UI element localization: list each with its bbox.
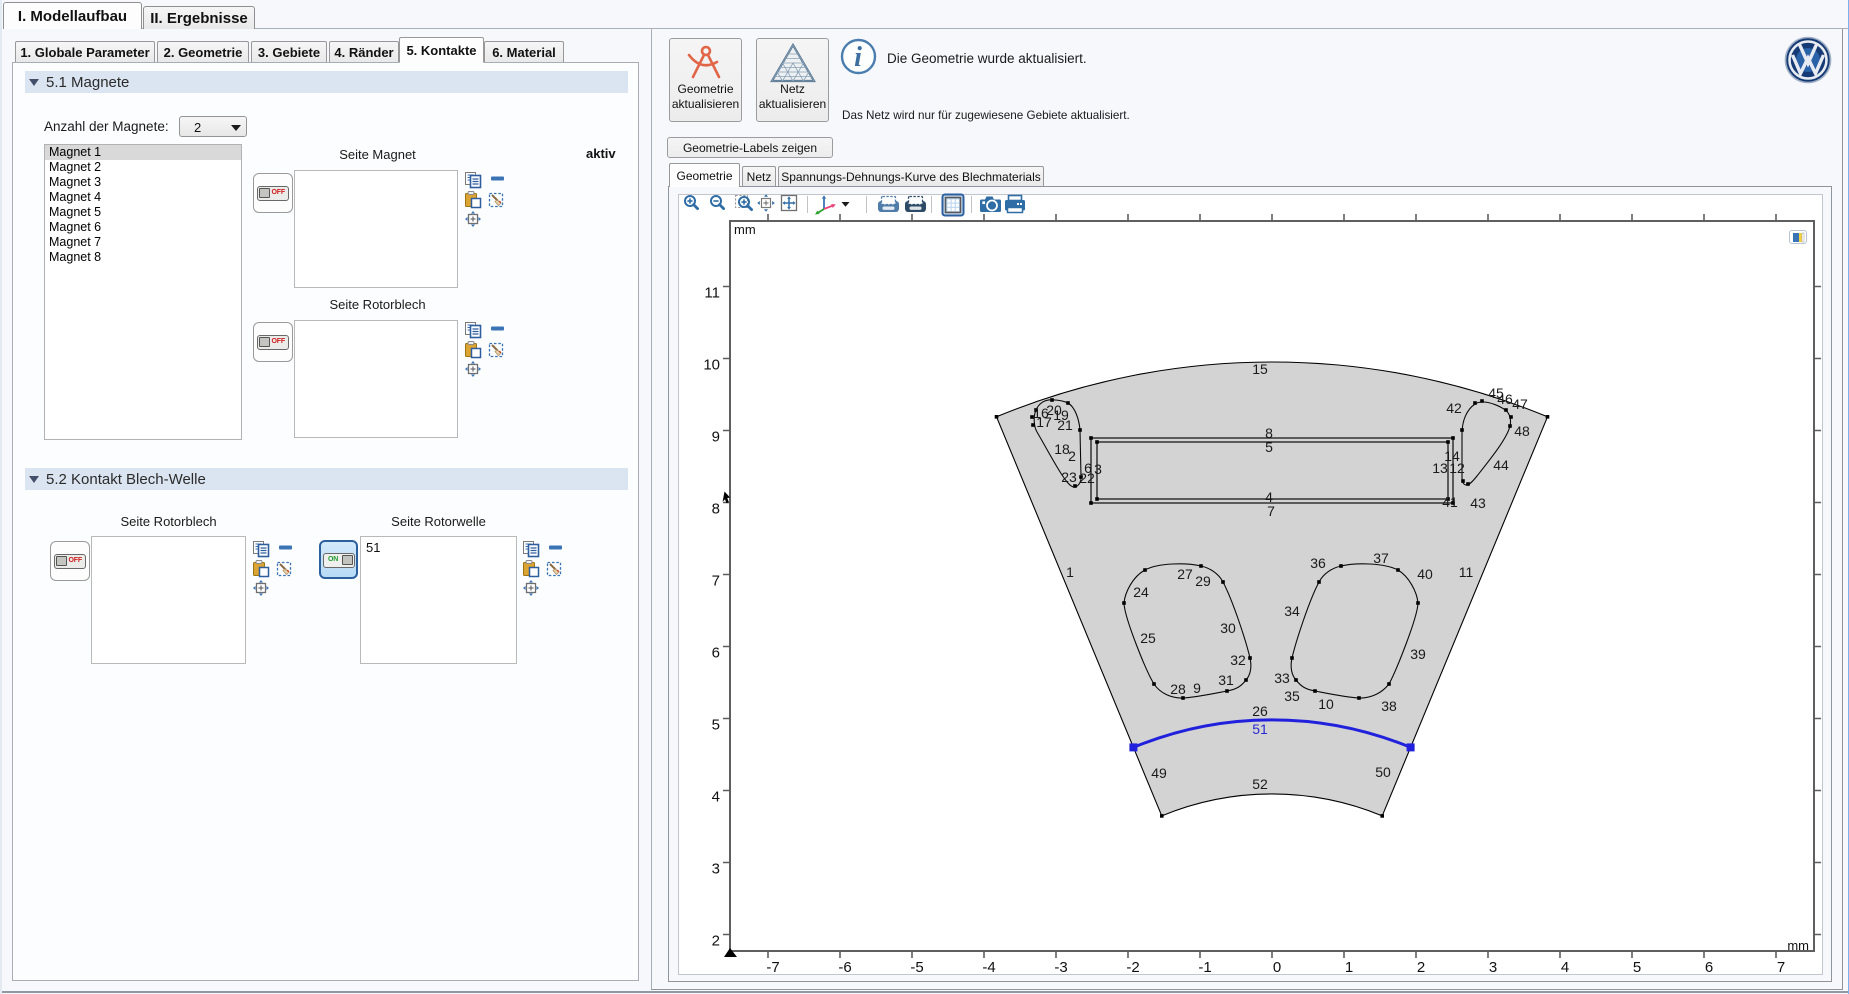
svg-text:-5: -5: [910, 959, 923, 973]
svg-text:43: 43: [1470, 495, 1486, 511]
svg-text:24: 24: [1133, 584, 1149, 600]
svg-text:12: 12: [1449, 460, 1465, 476]
svg-text:38: 38: [1381, 698, 1397, 714]
svg-text:4: 4: [1561, 959, 1569, 973]
svg-text:0: 0: [1273, 959, 1281, 973]
svg-text:11: 11: [1459, 564, 1474, 580]
svg-text:5: 5: [1265, 439, 1273, 455]
svg-text:37: 37: [1373, 550, 1389, 566]
svg-text:31: 31: [1218, 672, 1234, 688]
svg-text:7: 7: [712, 573, 720, 590]
svg-text:49: 49: [1151, 765, 1167, 781]
svg-text:mm: mm: [1787, 938, 1809, 953]
svg-text:7: 7: [1267, 503, 1275, 519]
svg-text:4: 4: [712, 789, 720, 806]
svg-text:23: 23: [1061, 469, 1077, 485]
svg-text:3: 3: [1094, 461, 1102, 477]
svg-text:6: 6: [1705, 959, 1713, 973]
svg-text:2: 2: [712, 933, 720, 950]
svg-text:32: 32: [1230, 652, 1246, 668]
svg-text:1: 1: [1066, 564, 1074, 580]
svg-text:51: 51: [1252, 721, 1268, 737]
svg-text:13: 13: [1432, 460, 1448, 476]
svg-text:3: 3: [712, 861, 720, 878]
svg-text:52: 52: [1252, 776, 1268, 792]
svg-text:34: 34: [1284, 603, 1300, 619]
svg-text:-7: -7: [766, 959, 779, 973]
svg-text:6: 6: [712, 645, 720, 662]
svg-text:3: 3: [1489, 959, 1497, 973]
svg-text:22: 22: [1079, 470, 1095, 486]
svg-text:21: 21: [1057, 417, 1073, 433]
svg-text:10: 10: [703, 357, 720, 374]
svg-text:29: 29: [1195, 573, 1211, 589]
svg-text:-2: -2: [1126, 959, 1139, 973]
svg-text:28: 28: [1170, 681, 1186, 697]
svg-text:50: 50: [1375, 764, 1391, 780]
svg-text:i: i: [854, 42, 862, 73]
svg-text:25: 25: [1140, 630, 1156, 646]
svg-text:10: 10: [1318, 696, 1334, 712]
svg-text:44: 44: [1493, 457, 1509, 473]
svg-text:27: 27: [1177, 566, 1193, 582]
svg-text:47: 47: [1512, 396, 1528, 412]
svg-text:-1: -1: [1198, 959, 1211, 973]
svg-text:9: 9: [1193, 680, 1201, 696]
svg-text:46: 46: [1497, 391, 1513, 407]
svg-text:33: 33: [1274, 670, 1290, 686]
svg-text:39: 39: [1410, 646, 1426, 662]
svg-text:42: 42: [1446, 400, 1462, 416]
svg-text:40: 40: [1417, 566, 1433, 582]
svg-text:-4: -4: [982, 959, 995, 973]
svg-text:35: 35: [1284, 688, 1300, 704]
svg-text:-6: -6: [838, 959, 851, 973]
svg-text:11: 11: [704, 285, 720, 302]
svg-text:41: 41: [1442, 494, 1458, 510]
svg-text:1: 1: [1345, 959, 1353, 973]
svg-text:2: 2: [1417, 959, 1425, 973]
svg-text:8: 8: [712, 501, 720, 518]
svg-text:9: 9: [712, 429, 720, 446]
svg-text:7: 7: [1777, 959, 1785, 973]
svg-text:48: 48: [1514, 423, 1530, 439]
svg-text:18: 18: [1054, 441, 1070, 457]
svg-text:26: 26: [1252, 703, 1268, 719]
svg-text:-3: -3: [1054, 959, 1067, 973]
svg-text:5: 5: [1633, 959, 1641, 973]
svg-text:30: 30: [1220, 620, 1236, 636]
svg-text:mm: mm: [734, 222, 756, 237]
svg-text:15: 15: [1252, 361, 1268, 377]
svg-text:36: 36: [1310, 555, 1326, 571]
svg-text:5: 5: [712, 717, 720, 734]
